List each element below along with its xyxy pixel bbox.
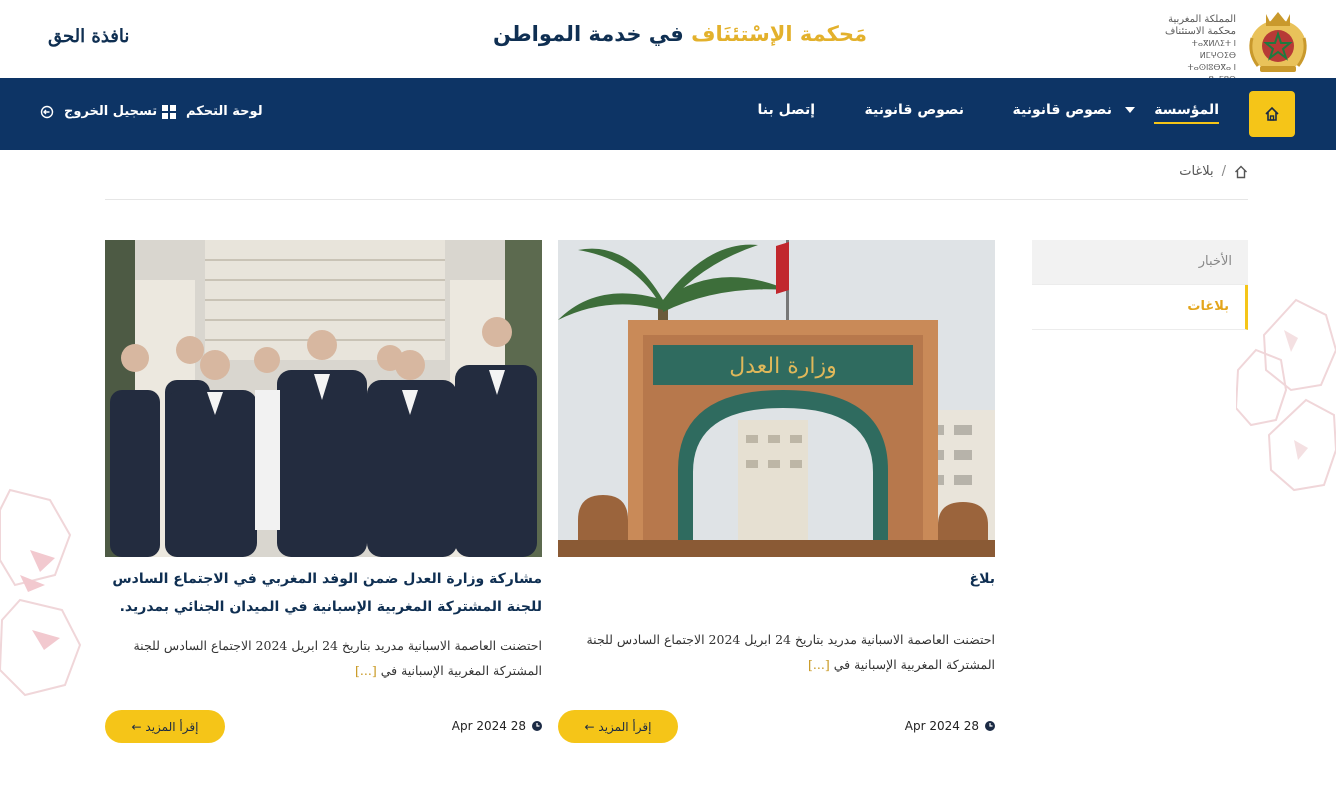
top-header: المملكة المغربية محكمة الاستئناف ⵜⴰⴳⵍⴷⵉⵜ… [0, 0, 1336, 84]
sidebar-item-announcements[interactable]: بلاغات [1032, 285, 1248, 330]
nav-item-label: المؤسسة [1154, 102, 1219, 124]
card-more-link[interactable]: [...] [808, 657, 830, 672]
card-date-text: 28 2024 Apr [904, 719, 979, 733]
nav-item-label: إتصل بنا [757, 102, 815, 118]
card-date: 28 2024 Apr [905, 719, 995, 733]
dashboard-grid-icon [162, 104, 176, 119]
breadcrumb-separator: / [1221, 164, 1226, 179]
logo-line: ⵜⴰⴳⵍⴷⵉⵜ ⵏ ⵍⵎⵖⵔⵉⴱ [1191, 39, 1236, 60]
home-button[interactable] [1249, 91, 1295, 137]
nav-item-contact[interactable]: إتصل بنا [758, 102, 815, 118]
card-excerpt: احتضنت العاصمة الاسبانية مدريد بتاريخ 24… [558, 627, 995, 677]
clock-icon [985, 721, 995, 731]
home-icon[interactable] [1234, 165, 1248, 179]
clock-icon [532, 721, 542, 731]
dashboard-label: لوحة التحكم [186, 104, 263, 119]
card-more-link[interactable]: [...] [355, 663, 377, 678]
nav-item-legal-texts-2[interactable]: نصوص قانونية [865, 102, 964, 118]
decorative-pattern-left [0, 488, 82, 697]
delegation-photo-image[interactable] [105, 240, 542, 557]
nav-item-label: نصوص قانونية [1012, 102, 1112, 118]
nav-item-institution[interactable]: المؤسسة [1125, 102, 1219, 124]
royal-emblem-logo[interactable] [1246, 8, 1310, 74]
read-more-button[interactable]: إقرأ المزيد ← [558, 710, 678, 743]
site-title: مَحكمة الإسْتئنَاف في خدمة المواطن [430, 22, 930, 46]
logo-line: المملكة المغربية [1168, 14, 1236, 25]
site-title-rest: في خدمة المواطن [492, 22, 684, 46]
nav-item-label: نصوص قانونية [864, 102, 964, 118]
card-excerpt: احتضنت العاصمة الاسبانية مدريد بتاريخ 24… [105, 633, 542, 683]
card-title[interactable]: بلاغ [558, 565, 995, 593]
news-card: وزارة العدل بلاغ احتضنت العاصمة الاسباني… [558, 240, 995, 743]
logo-line: محكمة الاستئناف [1165, 26, 1236, 37]
divider [105, 199, 1248, 200]
chevron-down-icon [1125, 107, 1136, 113]
institution-logo-text: المملكة المغربية محكمة الاستئناف ⵜⴰⴳⵍⴷⵉⵜ… [1164, 14, 1236, 86]
card-title[interactable]: مشاركة وزارة العدل ضمن الوفد المغربي في … [105, 565, 542, 621]
news-card: مشاركة وزارة العدل ضمن الوفد المغربي في … [105, 240, 542, 743]
card-excerpt-text: احتضنت العاصمة الاسبانية مدريد بتاريخ 24… [133, 638, 542, 678]
breadcrumb-current: بلاغات [1179, 164, 1214, 179]
card-footer: 28 2024 Apr إقرأ المزيد ← [558, 710, 995, 744]
main-navbar: المؤسسة نصوص قانونية نصوص قانونية إتصل ب… [0, 78, 1336, 150]
read-more-button[interactable]: إقرأ المزيد ← [105, 710, 225, 743]
card-date: 28 2024 Apr [452, 719, 542, 733]
breadcrumb: / بلاغات [1179, 164, 1248, 179]
category-sidebar: الأخبار بلاغات [1032, 240, 1248, 330]
card-excerpt-text: احتضنت العاصمة الاسبانية مدريد بتاريخ 24… [586, 632, 995, 672]
logout-link[interactable]: تسجيل الخروج [40, 104, 157, 119]
card-footer: 28 2024 Apr إقرأ المزيد ← [105, 710, 542, 744]
gate-sign-text: وزارة العدل [729, 354, 836, 379]
decorative-pattern-right [1236, 298, 1336, 492]
site-title-highlight: مَحكمة الإسْتئنَاف [691, 22, 868, 46]
sidebar-item-news[interactable]: الأخبار [1032, 240, 1248, 285]
dashboard-link[interactable]: لوحة التحكم [162, 104, 263, 119]
logout-label: تسجيل الخروج [64, 104, 158, 119]
nav-item-legal-texts-1[interactable]: نصوص قانونية [1013, 102, 1112, 118]
brand-logo-left[interactable]: نافذة الحق [48, 26, 129, 47]
card-date-text: 28 2024 Apr [451, 719, 526, 733]
home-icon [1265, 106, 1279, 121]
ministry-gate-image[interactable]: وزارة العدل [558, 240, 995, 557]
logout-icon [40, 105, 54, 118]
